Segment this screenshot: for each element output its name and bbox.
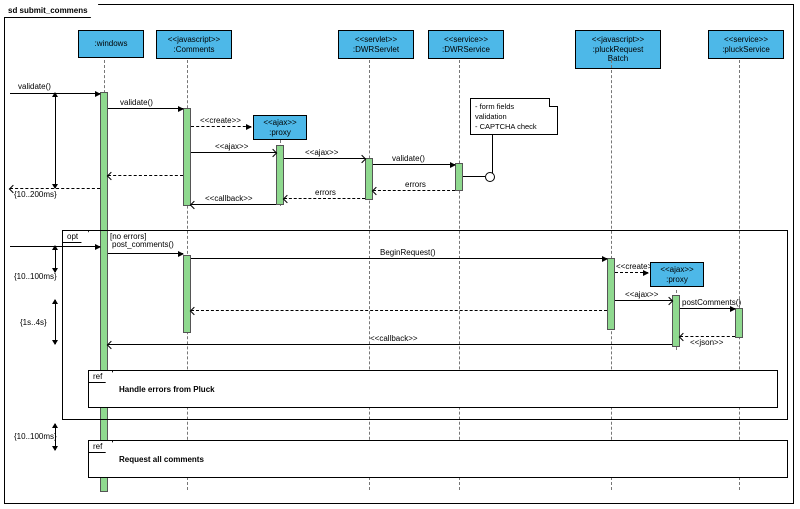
msg-label-errors2: errors — [315, 188, 336, 197]
participant-stereotype: <<ajax>> — [263, 118, 296, 127]
msg-validate-comments — [108, 108, 183, 109]
msg-label-validate-comments: validate() — [120, 98, 153, 107]
note-line: - CAPTCHA check — [475, 122, 537, 131]
msg-callback1 — [191, 204, 276, 205]
msg-validate-svc — [373, 164, 455, 165]
time-span-3 — [50, 300, 60, 344]
msg-label-json: <<json>> — [690, 338, 723, 347]
participant-label: :DWRServlet — [353, 45, 399, 54]
participant-label: :proxy — [666, 275, 688, 284]
participant-comments: <<javascript>> :Comments — [156, 30, 232, 59]
msg-ajax1 — [191, 152, 276, 153]
msg-label-begin-request: BeginRequest() — [380, 248, 436, 257]
msg-create-proxy1 — [191, 126, 251, 127]
msg-label-validate-svc: validate() — [392, 154, 425, 163]
participant-label: :Comments — [174, 45, 215, 54]
fragment-ref1: ref Handle errors from Pluck — [88, 370, 778, 408]
participant-pluckservice: <<service>> :pluckService — [708, 30, 784, 59]
msg-errors2 — [284, 198, 365, 199]
msg-label-ajax3: <<ajax>> — [625, 290, 658, 299]
msg-post-comments2 — [680, 308, 735, 309]
msg-post-comments-fwd — [108, 253, 183, 254]
participant-stereotype: <<ajax>> — [660, 265, 693, 274]
time-constraint-4: {10..100ms} — [14, 432, 57, 441]
fragment-opt-label: opt — [63, 231, 89, 243]
note-connector-h — [463, 176, 485, 177]
msg-errors1 — [373, 190, 455, 191]
time-constraint-2: {10..100ms} — [14, 272, 57, 281]
participant-stereotype: <<javascript>> — [592, 35, 644, 44]
fragment-ref2-label: ref — [89, 441, 113, 453]
participant-windows: :windows — [78, 30, 144, 58]
participant-label: :pluckRequest Batch — [593, 45, 644, 64]
msg-label-callback2: <<callback>> — [370, 334, 418, 343]
participant-dwrservlet: <<servlet>> :DWRServlet — [338, 30, 414, 59]
msg-ajax3 — [615, 300, 672, 301]
participant-stereotype: <<service>> — [724, 35, 768, 44]
time-span-1 — [50, 93, 60, 188]
fragment-ref1-label: ref — [89, 371, 113, 383]
msg-label-errors1: errors — [405, 180, 426, 189]
msg-label-ajax2: <<ajax>> — [305, 148, 338, 157]
time-span-2 — [50, 246, 60, 272]
msg-label-ajax1: <<ajax>> — [215, 142, 248, 151]
msg-label-create1: <<create>> — [200, 116, 241, 125]
activation-comments — [183, 108, 191, 206]
msg-return-windows — [108, 175, 183, 176]
participant-proxy2: <<ajax>> :proxy — [650, 262, 704, 287]
participant-label: :DWRService — [442, 45, 490, 54]
fragment-ref2-text: Request all comments — [119, 455, 204, 464]
activation-dwrservice — [455, 163, 463, 191]
participant-label: :proxy — [269, 128, 291, 137]
msg-create-proxy2 — [615, 272, 648, 273]
msg-label-validate-in: validate() — [18, 82, 51, 91]
time-constraint-1: {10..200ms} — [14, 190, 57, 199]
note-validation: - form fields validation - CAPTCHA check — [470, 98, 558, 135]
fragment-ref2: ref Request all comments — [88, 440, 788, 478]
participant-stereotype: <<service>> — [444, 35, 488, 44]
msg-ajax2 — [284, 158, 365, 159]
msg-return-batch — [191, 310, 607, 311]
time-constraint-3: {1s..4s} — [20, 318, 47, 327]
note-connector-v — [492, 135, 493, 173]
participant-dwrservice: <<service>> :DWRService — [428, 30, 504, 59]
msg-label-post-comments2: postComments() — [682, 298, 741, 307]
msg-label-callback1: <<callback>> — [205, 194, 253, 203]
found-msg-circle — [485, 172, 495, 182]
note-line: - form fields — [475, 102, 514, 111]
msg-json — [680, 336, 735, 337]
diagram-title: sd submit_commens — [4, 4, 99, 18]
participant-pluckbatch: <<javascript>> :pluckRequest Batch — [575, 30, 661, 69]
msg-callback2 — [108, 344, 672, 345]
activation-proxy1 — [276, 145, 284, 205]
msg-begin-request — [191, 258, 607, 259]
msg-label-post-comments: post_comments() — [112, 240, 174, 249]
participant-stereotype: <<javascript>> — [168, 35, 220, 44]
participant-proxy1: <<ajax>> :proxy — [253, 115, 307, 140]
fragment-ref1-text: Handle errors from Pluck — [119, 385, 215, 394]
participant-label: :pluckService — [722, 45, 770, 54]
participant-label: :windows — [95, 39, 128, 48]
participant-stereotype: <<servlet>> — [355, 35, 397, 44]
note-line: validation — [475, 112, 507, 121]
activation-dwrservlet — [365, 158, 373, 200]
